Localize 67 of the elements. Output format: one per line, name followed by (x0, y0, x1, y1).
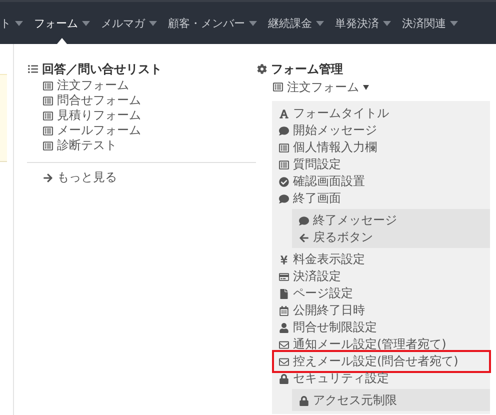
file-icon (278, 288, 289, 298)
menu-item[interactable]: 公開終了日時 (275, 302, 488, 319)
nav-menu-item[interactable]: メルマガ (101, 2, 157, 44)
lock-icon (298, 396, 309, 406)
nav-menu-item[interactable]: 顧客・メンバー (168, 2, 257, 44)
more-link[interactable]: もっと見る (42, 170, 256, 185)
menu-item[interactable]: 問合せフォーム (42, 93, 256, 108)
list-icon (42, 96, 53, 106)
list-icon (42, 80, 53, 90)
list-icon (42, 126, 53, 136)
menu-item[interactable]: 見積りフォーム (42, 108, 256, 123)
nav-menu-item[interactable]: ト (0, 2, 23, 44)
list-icon (42, 140, 53, 150)
envelope-icon (278, 340, 289, 350)
menu-item[interactable]: 確認画面設置 (275, 173, 488, 190)
menu-item[interactable]: 料金表示設定 (275, 251, 488, 268)
yen-icon (278, 254, 289, 264)
nav-menu-item[interactable]: フォーム (34, 2, 90, 44)
menu-item[interactable]: メールフォーム (42, 123, 256, 138)
section-heading: フォーム管理 (271, 60, 343, 78)
caret-icon (82, 20, 90, 26)
caret-icon (249, 20, 257, 26)
menu-item[interactable]: ページ設定 (275, 285, 488, 302)
menu-item[interactable]: 控えメール設定(問合せ者宛て) (275, 353, 488, 370)
user-icon (278, 322, 289, 332)
credit-card-icon (278, 272, 289, 282)
menu-item[interactable]: 終了メッセージ (295, 212, 488, 229)
nav-menu-item[interactable]: 継続課金 (268, 2, 324, 44)
settings-icon (256, 64, 267, 74)
lock-icon (278, 374, 289, 384)
menu-item[interactable]: 問合せ制限設定 (275, 319, 488, 336)
menu-item[interactable]: 個人情報入力欄 (275, 139, 488, 156)
menu-item[interactable]: 戻るボタン (295, 229, 488, 246)
list-icon (27, 64, 38, 74)
envelope-icon (278, 356, 289, 366)
list-icon (278, 142, 289, 152)
caret-icon (383, 20, 391, 26)
nav-menu-item[interactable]: 単発決済 (335, 2, 391, 44)
list-icon (272, 82, 283, 92)
list-icon (42, 110, 53, 120)
menu-item[interactable]: 通知メール設定(管理者宛て) (275, 336, 488, 353)
font-icon (278, 108, 289, 118)
form-selector[interactable]: 注文フォーム (256, 78, 496, 96)
menu-item[interactable]: 開始メッセージ (275, 122, 488, 139)
menu-item[interactable]: 終了画面 (275, 190, 488, 207)
speech-bubble-icon (278, 194, 289, 204)
section-heading: 回答／問い合せリスト (42, 60, 162, 78)
nav-menu-item[interactable]: 決済関連 (402, 2, 458, 44)
menu-item[interactable]: フォームタイトル (275, 105, 488, 122)
calendar-icon (278, 306, 289, 316)
arrow-right-icon (42, 172, 53, 182)
list-icon (278, 160, 289, 170)
menu-item[interactable]: 注文フォーム (42, 78, 256, 93)
pointer-icon (57, 38, 67, 44)
menu-item[interactable]: セキュリティ設定 (275, 370, 488, 387)
caret-icon (363, 84, 369, 90)
menu-item[interactable]: 決済設定 (275, 268, 488, 285)
menu-item[interactable]: アクセス元制限 (295, 392, 488, 409)
menu-item[interactable]: 質問設定 (275, 156, 488, 173)
speech-bubble-icon (298, 216, 309, 226)
caret-icon (450, 20, 458, 26)
caret-icon (15, 20, 23, 26)
menu-item[interactable]: 診断テスト (42, 138, 256, 153)
speech-bubble-icon (278, 126, 289, 136)
arrow-left-icon (298, 232, 309, 242)
caret-icon (149, 20, 157, 26)
caret-icon (316, 20, 324, 26)
